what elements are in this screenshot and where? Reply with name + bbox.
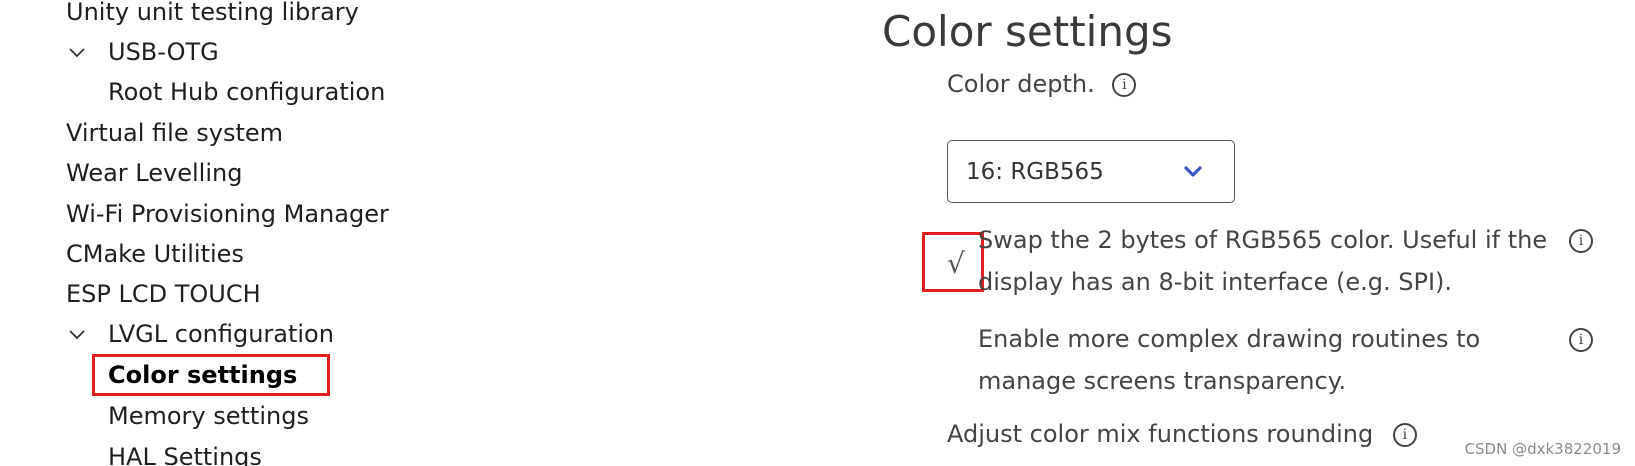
sidebar-item-label: LVGL configuration xyxy=(108,320,334,348)
info-icon[interactable]: i xyxy=(1569,328,1593,352)
watermark: CSDN @dxk3822019 xyxy=(1464,440,1621,458)
sidebar-item-label: HAL Settings xyxy=(108,443,262,466)
sidebar-item-root-hub[interactable]: Root Hub configuration xyxy=(108,74,385,110)
swap-bytes-description: Swap the 2 bytes of RGB565 color. Useful… xyxy=(978,219,1547,303)
sidebar-item-label: CMake Utilities xyxy=(66,240,244,268)
color-mix-rounding-label: Adjust color mix functions rounding i xyxy=(947,416,1417,452)
sidebar-item-label: Virtual file system xyxy=(66,119,283,147)
sidebar-item-label: Unity unit testing library xyxy=(66,0,359,26)
sidebar-item-label: Memory settings xyxy=(108,402,309,430)
chevron-down-icon[interactable] xyxy=(62,34,92,70)
color-depth-label: Color depth. i xyxy=(947,66,1137,102)
swap-bytes-checkbox[interactable]: √ xyxy=(922,232,984,292)
swap-line-2: display has an 8-bit interface (e.g. SPI… xyxy=(978,268,1453,296)
sidebar-item-usb-otg[interactable]: USB-OTG xyxy=(69,34,219,70)
chevron-down-icon[interactable] xyxy=(62,316,92,352)
chevron-down-icon xyxy=(1182,161,1204,183)
sidebar-item-hal-settings[interactable]: HAL Settings xyxy=(108,439,262,466)
color-depth-value: 16: RGB565 xyxy=(966,159,1104,185)
sidebar-tree: Unity unit testing library USB-OTG Root … xyxy=(0,0,800,466)
sidebar-item-color-settings[interactable]: Color settings xyxy=(108,357,297,393)
sidebar-item-label: ESP LCD TOUCH xyxy=(66,280,261,308)
page-title: Color settings xyxy=(882,7,1173,56)
sidebar-item-lvgl[interactable]: LVGL configuration xyxy=(69,316,334,352)
color-mix-label-text: Adjust color mix functions rounding xyxy=(947,420,1374,448)
sidebar-item-memory-settings[interactable]: Memory settings xyxy=(108,398,309,434)
color-depth-select[interactable]: 16: RGB565 xyxy=(947,140,1235,203)
sidebar-item-label: Wear Levelling xyxy=(66,159,243,187)
sidebar-item-vfs[interactable]: Virtual file system xyxy=(66,115,283,151)
complex-drawing-description: Enable more complex drawing routines to … xyxy=(978,318,1480,402)
info-icon[interactable]: i xyxy=(1569,229,1593,253)
sidebar-item-unity[interactable]: Unity unit testing library xyxy=(66,0,359,30)
sidebar-item-wifi-prov[interactable]: Wi-Fi Provisioning Manager xyxy=(66,196,389,232)
sidebar-item-esp-lcd-touch[interactable]: ESP LCD TOUCH xyxy=(66,276,261,312)
sidebar-item-label: Color settings xyxy=(108,361,298,389)
sidebar-item-label: Root Hub configuration xyxy=(108,78,386,106)
sidebar-item-label: Wi-Fi Provisioning Manager xyxy=(66,200,389,228)
complex-line-1: Enable more complex drawing routines to xyxy=(978,325,1481,353)
sidebar-item-label: USB-OTG xyxy=(108,38,219,66)
settings-page: Unity unit testing library USB-OTG Root … xyxy=(0,0,1635,466)
complex-line-2: manage screens transparency. xyxy=(978,367,1347,395)
info-icon[interactable]: i xyxy=(1392,423,1417,447)
color-depth-label-text: Color depth. xyxy=(947,70,1095,98)
sidebar-item-wear-levelling[interactable]: Wear Levelling xyxy=(66,155,242,191)
swap-line-1: Swap the 2 bytes of RGB565 color. Useful… xyxy=(978,226,1548,254)
info-icon[interactable]: i xyxy=(1112,73,1137,97)
check-icon: √ xyxy=(947,247,965,280)
sidebar-item-cmake[interactable]: CMake Utilities xyxy=(66,236,244,272)
